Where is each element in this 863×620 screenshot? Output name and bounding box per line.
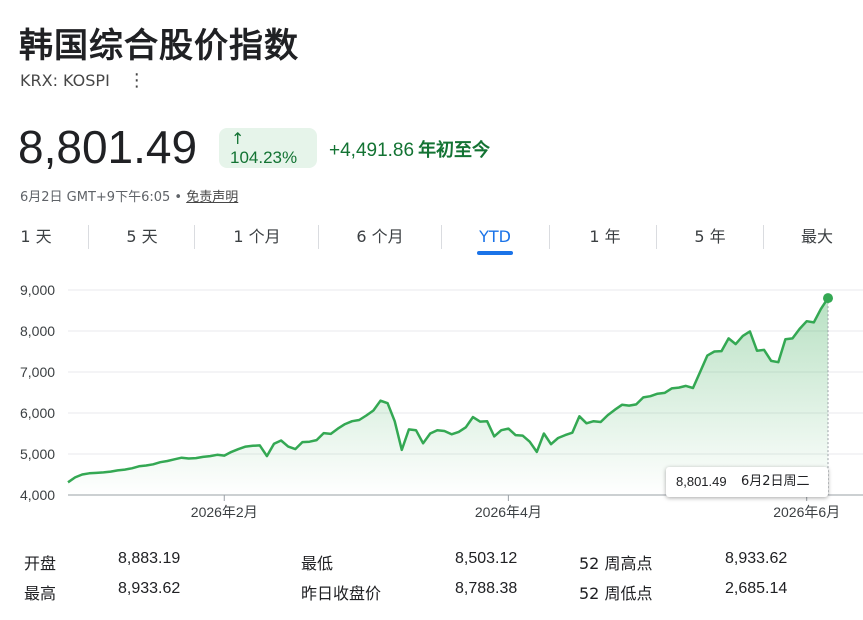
y-tick-label: 6,000 — [20, 405, 55, 421]
percent-change: 104.23% — [230, 148, 298, 167]
percent-change-badge: ↑ 104.23% — [219, 128, 317, 168]
tab-divider — [549, 225, 550, 249]
arrow-up-icon: ↑ — [231, 129, 245, 148]
chart-area-fill — [68, 298, 828, 495]
stat-open-label: 开盘 — [24, 554, 57, 573]
stat-prev-close-value: 8,788.38 — [455, 580, 518, 597]
ticker-symbol: KRX: KOSPI — [20, 71, 110, 90]
active-tab-indicator — [477, 251, 513, 255]
y-tick-label: 8,000 — [20, 323, 55, 339]
timestamp-text: 6月2日 GMT+9下午6:05 • — [20, 190, 187, 205]
absolute-change-row: +4,491.86 年初至今 — [329, 136, 490, 162]
stat-prev-close-label: 昨日收盘价 — [301, 584, 382, 603]
tab-divider — [441, 225, 442, 249]
current-price: 8,801.49 — [18, 121, 198, 173]
absolute-change: +4,491.86 — [329, 140, 415, 161]
stat-52wk-high-label: 52 周高点 — [579, 554, 653, 573]
stat-low-value: 8,503.12 — [455, 550, 518, 567]
tab-divider — [194, 225, 195, 249]
chart-tooltip: 8,801.49 6月2日周二 — [666, 467, 828, 497]
tab-5y[interactable]: 5 年 — [690, 222, 730, 252]
tab-max[interactable]: 最大 — [797, 222, 837, 252]
x-tick-label: 2026年4月 — [475, 504, 542, 520]
change-period: 年初至今 — [418, 140, 491, 161]
tab-divider — [656, 225, 657, 249]
stat-52wk-low-value: 2,685.14 — [725, 580, 788, 597]
range-tabs: 1 天 5 天 1 个月 6 个月 YTD 1 年 5 年 最大 — [0, 222, 863, 256]
tab-divider — [318, 225, 319, 249]
x-tick-label: 2026年6月 — [773, 504, 840, 520]
disclaimer-link[interactable]: 免责声明 — [186, 190, 238, 205]
more-vert-icon[interactable]: ⋮ — [128, 71, 146, 89]
tab-divider — [88, 225, 89, 249]
tooltip-date: 6月2日周二 — [741, 474, 810, 489]
quote-timestamp: 6月2日 GMT+9下午6:05 • 免责声明 — [20, 186, 238, 205]
tab-1d[interactable]: 1 天 — [18, 222, 54, 252]
ticker-row: KRX: KOSPI ⋮ — [20, 71, 146, 90]
page-title: 韩国综合股价指数 — [19, 26, 299, 66]
tab-5d[interactable]: 5 天 — [122, 222, 162, 252]
tab-ytd[interactable]: YTD — [475, 222, 515, 252]
tab-1y[interactable]: 1 年 — [585, 222, 625, 252]
data-point-last — [823, 293, 833, 304]
tab-divider — [763, 225, 764, 249]
tab-1m[interactable]: 1 个月 — [229, 222, 285, 252]
stat-low-label: 最低 — [301, 554, 334, 573]
y-tick-label: 7,000 — [20, 364, 55, 380]
y-tick-label: 5,000 — [20, 446, 55, 462]
stat-52wk-low-label: 52 周低点 — [579, 584, 653, 603]
y-tick-label: 4,000 — [20, 487, 55, 503]
stat-high-label: 最高 — [24, 584, 57, 603]
tooltip-value: 8,801.49 — [676, 474, 727, 489]
stat-open-value: 8,883.19 — [118, 550, 181, 567]
y-tick-label: 9,000 — [20, 282, 55, 298]
stat-52wk-high-value: 8,933.62 — [725, 550, 788, 567]
x-tick-label: 2026年2月 — [191, 504, 258, 520]
stat-high-value: 8,933.62 — [118, 580, 181, 597]
tab-6m[interactable]: 6 个月 — [352, 222, 408, 252]
